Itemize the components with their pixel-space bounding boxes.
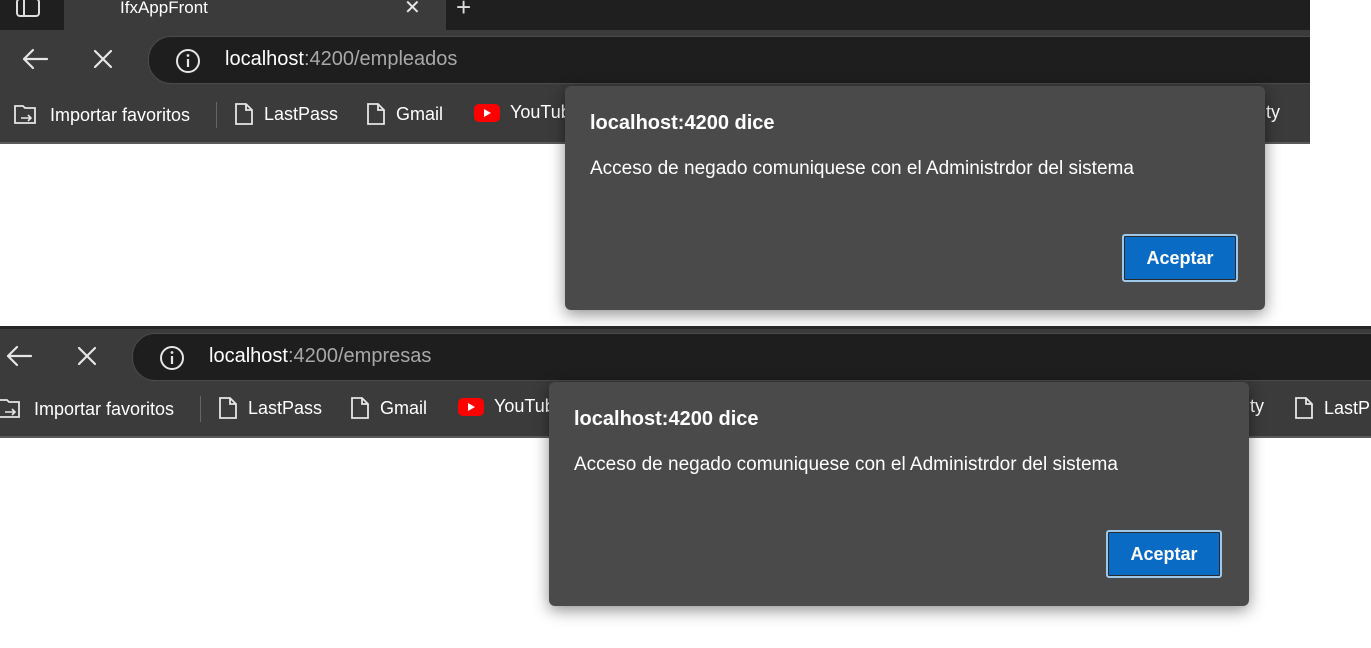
youtube-icon	[458, 397, 484, 416]
youtube-icon	[474, 103, 500, 122]
bookmark-separator	[200, 396, 201, 422]
bookmark-separator	[216, 102, 217, 128]
site-info-icon[interactable]	[175, 48, 201, 79]
page-icon	[1295, 397, 1313, 419]
dialog-message: Acceso de negado comuniquese con el Admi…	[590, 158, 1134, 179]
navigation-bar: localhost:4200/empleados	[0, 30, 1310, 88]
accept-button[interactable]: Aceptar	[1106, 530, 1222, 578]
tab-ifxappfront[interactable]: IfxAppFront ✕	[64, 0, 446, 30]
new-tab-icon[interactable]: +	[456, 0, 471, 20]
page-icon	[351, 397, 369, 419]
back-icon[interactable]	[2, 339, 36, 373]
tab-strip: IfxAppFront ✕ +	[0, 0, 1310, 30]
browser-screenshot-empleados: IfxAppFront ✕ + localhost:4200/empleados…	[0, 0, 1310, 326]
bookmark-lastpass-2[interactable]: LastP	[1294, 396, 1370, 420]
navigation-bar: localhost:4200/empresas	[0, 326, 1371, 384]
back-icon[interactable]	[18, 42, 52, 76]
sidebar-toggle-icon[interactable]	[16, 0, 40, 23]
url-text: localhost:4200/empresas	[209, 345, 432, 367]
accept-button[interactable]: Aceptar	[1122, 234, 1238, 282]
bookmark-lastpass[interactable]: LastPass	[234, 102, 338, 126]
stop-loading-icon[interactable]	[70, 339, 104, 373]
bookmark-lastpass[interactable]: LastPass	[218, 396, 322, 420]
alert-dialog: localhost:4200 dice Acceso de negado com…	[565, 86, 1265, 310]
address-bar[interactable]: localhost:4200/empresas	[132, 333, 1371, 381]
dialog-title: localhost:4200 dice	[574, 408, 759, 430]
page-icon	[219, 397, 237, 419]
site-info-icon[interactable]	[159, 345, 185, 376]
bookmark-gmail[interactable]: Gmail	[366, 102, 443, 126]
stop-loading-icon[interactable]	[86, 42, 120, 76]
dialog-message: Acceso de negado comuniquese con el Admi…	[574, 454, 1118, 475]
address-bar[interactable]: localhost:4200/empleados	[148, 36, 1310, 84]
browser-screenshot-empresas: localhost:4200/empresas Importar favorit…	[0, 326, 1371, 628]
bookmark-gmail[interactable]: Gmail	[350, 396, 427, 420]
page-icon	[235, 103, 253, 125]
dialog-title: localhost:4200 dice	[590, 112, 775, 134]
close-tab-icon[interactable]: ✕	[404, 0, 421, 18]
bookmark-import-favorites[interactable]: Importar favoritos	[0, 396, 174, 422]
tab-title: IfxAppFront	[120, 0, 208, 17]
bookmark-import-favorites[interactable]: Importar favoritos	[12, 102, 190, 128]
url-text: localhost:4200/empleados	[225, 48, 458, 70]
import-favorites-icon	[14, 105, 36, 124]
import-favorites-icon	[0, 399, 20, 418]
alert-dialog: localhost:4200 dice Acceso de negado com…	[549, 382, 1249, 606]
page-icon	[367, 103, 385, 125]
